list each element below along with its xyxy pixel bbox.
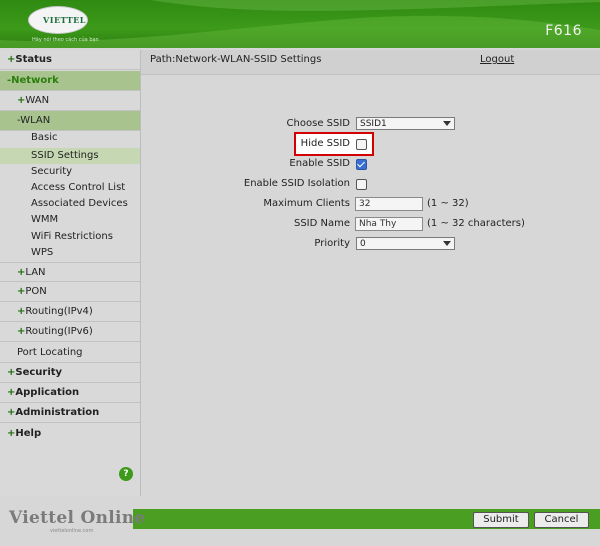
cancel-button[interactable]: Cancel bbox=[534, 512, 589, 528]
watermark-url: viettelonline.com bbox=[50, 528, 94, 534]
enable-ssid-label: Enable SSID bbox=[289, 158, 350, 169]
breadcrumb: Path:Network-WLAN-SSID Settings bbox=[150, 54, 322, 65]
footer: Viettel Online viettelonline.com Submit … bbox=[0, 496, 600, 546]
nav-administration[interactable]: +Administration bbox=[0, 403, 140, 423]
viettel-logo: VIETTEL bbox=[28, 6, 88, 34]
nav-application[interactable]: +Application bbox=[0, 383, 140, 403]
row-choose-ssid: Choose SSID SSID1 bbox=[0, 116, 600, 132]
nav-routing-ipv6[interactable]: +Routing(IPv6) bbox=[0, 322, 140, 342]
hide-ssid-checkbox[interactable] bbox=[356, 139, 367, 150]
ssid-name-label: SSID Name bbox=[293, 218, 350, 229]
device-model: F616 bbox=[545, 23, 582, 39]
max-clients-hint: (1 ~ 32) bbox=[427, 198, 469, 209]
header-banner: VIETTEL Hãy nói theo cách của bạn F616 bbox=[0, 0, 600, 48]
submit-button[interactable]: Submit bbox=[473, 512, 529, 528]
nav-pon[interactable]: +PON bbox=[0, 282, 140, 302]
row-hide-ssid: Hide SSID bbox=[0, 136, 600, 152]
row-ssid-name: SSID Name Nha Thy (1 ~ 32 characters) bbox=[0, 216, 600, 232]
watermark-brand: Viettel Online bbox=[9, 508, 146, 528]
chevron-down-icon bbox=[443, 121, 451, 126]
enable-ssid-checkbox[interactable] bbox=[356, 159, 367, 170]
row-max-clients: Maximum Clients 32 (1 ~ 32) bbox=[0, 196, 600, 212]
row-enable-ssid: Enable SSID bbox=[0, 156, 600, 172]
priority-label: Priority bbox=[314, 238, 350, 249]
ssid-name-input[interactable]: Nha Thy bbox=[355, 217, 423, 231]
ssid-isolation-checkbox[interactable] bbox=[356, 179, 367, 190]
help-icon[interactable]: ? bbox=[119, 467, 133, 481]
path-bar: Path:Network-WLAN-SSID Settings Logout bbox=[141, 50, 600, 75]
nav-routing-ipv4[interactable]: +Routing(IPv4) bbox=[0, 302, 140, 322]
choose-ssid-select[interactable]: SSID1 bbox=[356, 117, 455, 130]
slogan-text: Hãy nói theo cách của bạn bbox=[32, 37, 99, 43]
nav-security[interactable]: +Security bbox=[0, 363, 140, 383]
nav-network[interactable]: -Network bbox=[0, 71, 140, 91]
row-priority: Priority 0 bbox=[0, 236, 600, 252]
logout-link[interactable]: Logout bbox=[480, 54, 514, 65]
row-ssid-isolation: Enable SSID Isolation bbox=[0, 176, 600, 192]
ssid-isolation-label: Enable SSID Isolation bbox=[243, 178, 350, 189]
max-clients-label: Maximum Clients bbox=[263, 198, 350, 209]
nav-lan[interactable]: +LAN bbox=[0, 262, 140, 282]
nav-status[interactable]: +Status bbox=[0, 50, 140, 70]
footer-green-bar bbox=[133, 509, 600, 529]
nav-wan[interactable]: +WAN bbox=[0, 91, 140, 111]
chevron-down-icon bbox=[443, 241, 451, 246]
hide-ssid-label: Hide SSID bbox=[300, 138, 350, 149]
choose-ssid-label: Choose SSID bbox=[286, 118, 350, 129]
nav-help[interactable]: +Help bbox=[0, 424, 140, 444]
ssid-name-hint: (1 ~ 32 characters) bbox=[427, 218, 525, 229]
nav-port-locating[interactable]: Port Locating bbox=[0, 343, 140, 363]
priority-select[interactable]: 0 bbox=[356, 237, 455, 250]
max-clients-input[interactable]: 32 bbox=[355, 197, 423, 211]
